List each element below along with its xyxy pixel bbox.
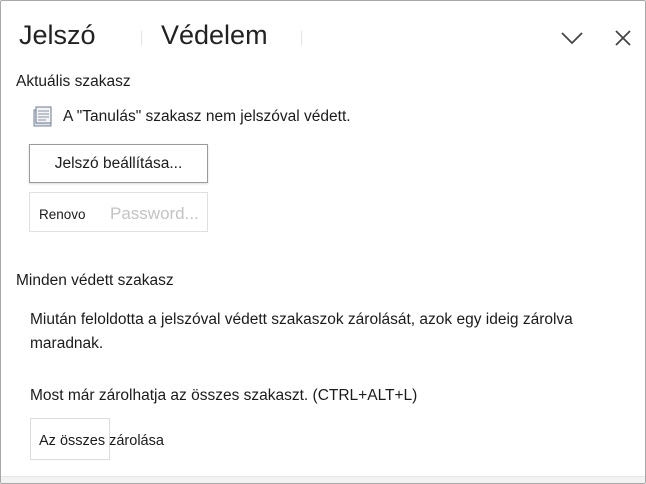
chevron-down-icon bbox=[561, 32, 583, 45]
lock-description: Miután feloldotta a jelszóval védett sza… bbox=[30, 311, 573, 352]
change-password-label-part1: Renovo bbox=[39, 207, 90, 222]
lock-all-hint: Most már zárolhatja az összes szakaszt. … bbox=[30, 387, 418, 404]
section-status-text: A "Tanulás" szakasz nem jelszóval védett… bbox=[63, 108, 351, 125]
pane-title-part2: Védelem bbox=[155, 15, 274, 55]
close-pane-button[interactable] bbox=[608, 23, 638, 53]
title-divider bbox=[301, 31, 302, 45]
all-protected-heading: Minden védett szakasz bbox=[16, 272, 174, 289]
section-status: A "Tanulás" szakasz nem jelszóval védett… bbox=[32, 106, 351, 128]
pane-title-part1: Jelszó bbox=[13, 15, 102, 55]
change-password-button: Renovo Password... bbox=[29, 192, 208, 232]
current-section-heading: Aktuális szakasz bbox=[16, 73, 131, 90]
section-page-icon bbox=[33, 106, 52, 127]
change-password-label-part2: Password... bbox=[110, 204, 199, 223]
title-divider bbox=[141, 31, 142, 45]
set-password-button[interactable]: Jelszó beállítása... bbox=[29, 144, 208, 183]
pane-options-button[interactable] bbox=[557, 23, 587, 53]
lock-all-label: Az összes zárolása bbox=[39, 433, 164, 449]
close-icon bbox=[615, 30, 631, 46]
pane-footer bbox=[1, 476, 645, 483]
password-protection-pane: Jelszó Védelem Aktuális szakasz A "Tanul… bbox=[0, 0, 646, 484]
lock-all-button[interactable]: Az összes zárolása bbox=[30, 418, 164, 460]
